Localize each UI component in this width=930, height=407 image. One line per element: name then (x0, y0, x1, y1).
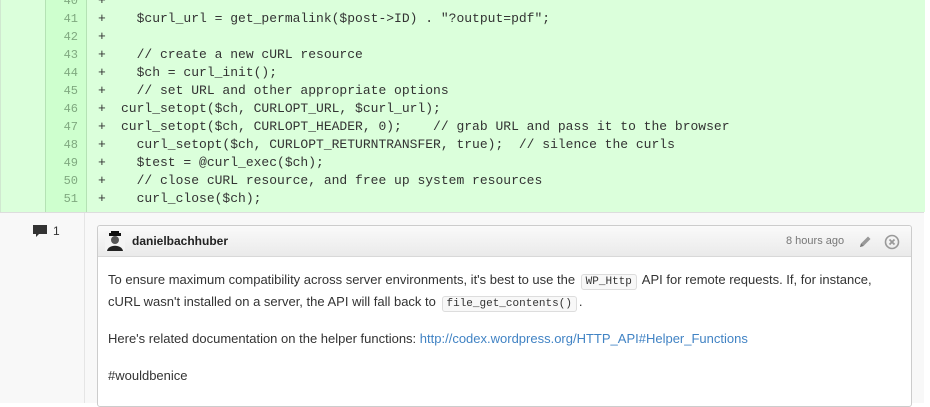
diff-line: 42 + (1, 28, 925, 46)
comment-paragraph-2: Here's related documentation on the help… (108, 328, 903, 350)
comment-text: . (578, 294, 583, 309)
code-text: // close cURL resource, and free up syst… (121, 173, 543, 188)
diff-line: 45 + // set URL and other appropriate opt… (1, 82, 925, 100)
diff-marker: + (98, 101, 106, 116)
speech-bubble-icon (33, 225, 47, 237)
code-text: curl_setopt($ch, CURLOPT_HEADER, 0); // … (121, 119, 730, 134)
line-number[interactable]: 42 (45, 28, 78, 46)
diff-marker: + (98, 83, 106, 98)
diff-marker: + (98, 191, 106, 206)
inline-code: file_get_contents() (441, 296, 577, 312)
line-number[interactable]: 51 (45, 190, 78, 208)
comment-paragraph-3: #wouldbenice (108, 368, 188, 383)
diff-line: 41 + $curl_url = get_permalink($post->ID)… (1, 10, 925, 28)
inline-code: WP_Http (580, 274, 637, 290)
code-text: curl_setopt($ch, CURLOPT_RETURNTRANSFER,… (121, 137, 675, 152)
diff-added-block: 40 +41 + $curl_url = get_permalink($post->… (0, 0, 925, 212)
line-number[interactable]: 41 (45, 10, 78, 28)
comment-thread: 1 danielbachhuber 8 hours ago To ensure … (0, 212, 924, 407)
avatar[interactable] (105, 231, 125, 251)
diff-line: 49 + $test = @curl_exec($ch); (1, 154, 925, 172)
line-number[interactable]: 45 (45, 82, 78, 100)
comment-count[interactable]: 1 (32, 224, 60, 238)
documentation-link[interactable]: http://codex.wordpress.org/HTTP_API#Help… (420, 331, 748, 346)
diff-marker: + (98, 155, 106, 170)
diff-line: 51 + curl_close($ch); (1, 190, 925, 208)
comment-author[interactable]: danielbachhuber (132, 234, 228, 248)
diff-marker: + (98, 29, 106, 44)
avatar-image (105, 231, 125, 251)
pencil-icon[interactable] (857, 234, 873, 250)
diff-marker: + (98, 173, 106, 188)
code-text: $ch = curl_init(); (121, 65, 278, 80)
comment-count-value: 1 (53, 224, 60, 238)
diff-line: 50 + // close cURL resource, and free up … (1, 172, 925, 190)
code-text: curl_close($ch); (121, 191, 262, 206)
comment-timestamp[interactable]: 8 hours ago (786, 235, 844, 247)
code-text: $test = @curl_exec($ch); (121, 155, 324, 170)
comment-body: To ensure maximum compatibility across s… (108, 269, 903, 402)
diff-line: 47 + curl_setopt($ch, CURLOPT_HEADER, 0); … (1, 118, 925, 136)
diff-marker: + (98, 11, 106, 26)
comment-text: To ensure maximum compatibility across s… (108, 272, 579, 287)
diff-marker: + (98, 137, 106, 152)
diff-marker: + (98, 0, 106, 8)
code-text: // create a new cURL resource (121, 47, 363, 62)
diff-line: 44 + $ch = curl_init(); (1, 64, 925, 82)
line-number[interactable]: 40 (45, 0, 78, 10)
line-number[interactable]: 47 (45, 118, 78, 136)
close-circle-icon[interactable] (884, 234, 900, 250)
line-number[interactable]: 44 (45, 64, 78, 82)
line-number[interactable]: 43 (45, 46, 78, 64)
code-text: $curl_url = get_permalink($post->ID) . "… (121, 11, 551, 26)
diff-marker: + (98, 47, 106, 62)
diff-line: 46 + curl_setopt($ch, CURLOPT_URL, $curl_u… (1, 100, 925, 118)
comment-text: Here's related documentation on the help… (108, 331, 420, 346)
line-number[interactable]: 49 (45, 154, 78, 172)
line-number[interactable]: 46 (45, 100, 78, 118)
diff-line: 40 + (1, 0, 925, 10)
line-number[interactable]: 48 (45, 136, 78, 154)
diff-marker: + (98, 65, 106, 80)
comment-paragraph-1: To ensure maximum compatibility across s… (108, 269, 903, 313)
code-text: // set URL and other appropriate options (121, 83, 449, 98)
diff-line: 43 + // create a new cURL resource (1, 46, 925, 64)
diff-marker: + (98, 119, 106, 134)
gutter-divider (84, 213, 85, 403)
diff-line: 48 + curl_setopt($ch, CURLOPT_RETURNTRANS… (1, 136, 925, 154)
comment-box: danielbachhuber 8 hours ago To ensure ma… (97, 225, 912, 407)
code-text: curl_setopt($ch, CURLOPT_URL, $curl_url)… (121, 101, 441, 116)
line-number[interactable]: 50 (45, 172, 78, 190)
comment-header: danielbachhuber 8 hours ago (98, 226, 911, 257)
